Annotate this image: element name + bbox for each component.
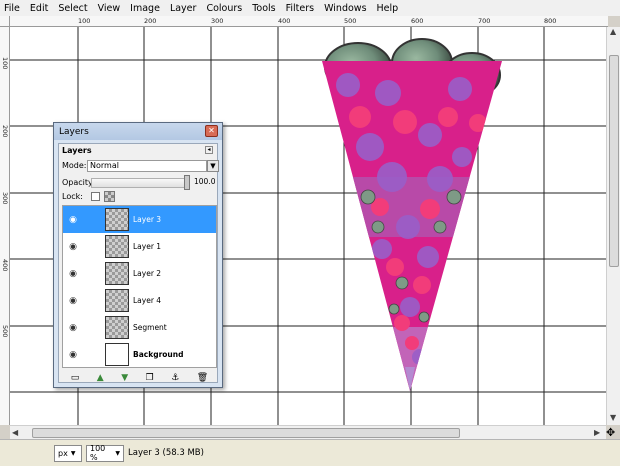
menu-tools[interactable]: Tools	[252, 3, 275, 14]
layer-row[interactable]: ◉ Layer 2	[63, 260, 216, 287]
layers-dialog-titlebar[interactable]: Layers ✕	[54, 123, 222, 140]
ruler-tick: 500	[344, 17, 357, 25]
menu-help[interactable]: Help	[377, 3, 399, 14]
layer-thumbnail	[105, 343, 129, 366]
layer-row[interactable]: ◉ Layer 3	[63, 206, 216, 233]
close-icon[interactable]: ✕	[205, 125, 218, 137]
chevron-down-icon[interactable]: ▼	[207, 160, 219, 172]
opacity-label: Opacity:	[62, 178, 95, 187]
layer-name[interactable]: Layer 2	[133, 269, 161, 278]
layer-name[interactable]: Layer 4	[133, 296, 161, 305]
layer-thumbnail	[105, 289, 129, 312]
ruler-tick: 100	[1, 57, 9, 70]
navigate-icon[interactable]: ✥	[606, 426, 615, 439]
statusbar: px ▼ 100 % ▼ Layer 3 (58.3 MB)	[0, 439, 620, 466]
layers-tab-label: Layers	[62, 146, 92, 155]
ruler-tick: 700	[478, 17, 491, 25]
layers-toolbar: ▭ ▲ ▼ ❐ ⚓ 🗑	[62, 371, 217, 385]
mode-label: Mode:	[62, 161, 87, 170]
ruler-vertical[interactable]: 100 200 300 400 500	[0, 27, 10, 425]
ruler-tick: 200	[144, 17, 157, 25]
eye-icon[interactable]: ◉	[63, 296, 83, 306]
ruler-horizontal[interactable]: 100 200 300 400 500 600 700 800	[10, 16, 608, 27]
ruler-tick: 100	[78, 17, 91, 25]
layer-name[interactable]: Segment	[133, 323, 167, 332]
menu-filters[interactable]: Filters	[286, 3, 314, 14]
lock-label: Lock:	[62, 192, 83, 201]
new-layer-icon[interactable]: ▭	[71, 373, 80, 383]
unit-value: px	[58, 448, 68, 458]
scroll-up-icon[interactable]: ▲	[610, 27, 616, 36]
ruler-tick: 300	[1, 192, 9, 205]
ruler-tick: 500	[1, 325, 9, 338]
menu-view[interactable]: View	[98, 3, 121, 14]
layer-row[interactable]: ◉ Segment	[63, 314, 216, 341]
tab-menu-icon[interactable]: ◂	[205, 146, 213, 154]
eye-icon[interactable]: ◉	[63, 350, 83, 360]
scroll-left-icon[interactable]: ◀	[12, 428, 18, 437]
lock-pixels-checkbox[interactable]	[91, 192, 100, 201]
menu-windows[interactable]: Windows	[324, 3, 366, 14]
scroll-down-icon[interactable]: ▼	[610, 413, 616, 422]
chevron-down-icon: ▼	[115, 449, 120, 457]
opacity-value[interactable]: 100.0	[194, 177, 215, 186]
chevron-down-icon: ▼	[70, 449, 76, 457]
lower-layer-icon[interactable]: ▼	[121, 373, 128, 383]
eye-icon[interactable]: ◉	[63, 269, 83, 279]
ruler-tick: 800	[544, 17, 557, 25]
scroll-right-icon[interactable]: ▶	[594, 428, 600, 437]
layer-row[interactable]: ◉ Layer 1	[63, 233, 216, 260]
eye-icon[interactable]: ◉	[63, 242, 83, 252]
zoom-value: 100 %	[90, 444, 106, 462]
layer-thumbnail	[105, 316, 129, 339]
layer-list[interactable]: ◉ Layer 3 ◉ Layer 1 ◉ Layer 2 ◉ Layer 4 …	[62, 205, 217, 368]
ruler-tick: 600	[411, 17, 424, 25]
layer-name[interactable]: Layer 3	[133, 215, 161, 224]
horizontal-scroll-thumb[interactable]	[32, 428, 460, 438]
menu-edit[interactable]: Edit	[30, 3, 48, 14]
menu-image[interactable]: Image	[130, 3, 160, 14]
duplicate-layer-icon[interactable]: ❐	[146, 373, 154, 383]
flower-cone	[322, 61, 502, 391]
mode-value: Normal	[90, 161, 119, 170]
horizontal-scrollbar[interactable]: ◀ ▶	[10, 425, 606, 439]
zoom-input[interactable]: 100 % ▼	[86, 444, 124, 462]
layer-row[interactable]: ◉ Layer 4	[63, 287, 216, 314]
opacity-slider[interactable]	[91, 178, 187, 188]
menu-select[interactable]: Select	[58, 3, 87, 14]
layer-row[interactable]: ◉ Background	[63, 341, 216, 368]
raise-layer-icon[interactable]: ▲	[97, 373, 104, 383]
delete-layer-icon[interactable]: 🗑	[197, 373, 208, 383]
vertical-scrollbar[interactable]: ▲ ▼	[606, 27, 620, 425]
unit-select[interactable]: px ▼	[54, 444, 82, 462]
ruler-tick: 400	[1, 259, 9, 272]
layers-panel: Layers ◂ Mode: Normal ▼ Opacity: 100.0 L…	[58, 143, 219, 385]
vertical-scroll-thumb[interactable]	[609, 55, 619, 267]
menu-layer[interactable]: Layer	[170, 3, 197, 14]
menu-colours[interactable]: Colours	[206, 3, 242, 14]
layer-name[interactable]: Layer 1	[133, 242, 161, 251]
mode-select[interactable]: Normal	[87, 160, 207, 172]
eye-icon[interactable]: ◉	[63, 323, 83, 333]
ruler-tick: 200	[1, 125, 9, 138]
layer-name[interactable]: Background	[133, 350, 183, 359]
dialog-title: Layers	[59, 126, 89, 137]
ruler-tick: 400	[278, 17, 291, 25]
ruler-tick: 300	[211, 17, 224, 25]
eye-icon[interactable]: ◉	[63, 215, 83, 225]
menubar: File Edit Select View Image Layer Colour…	[0, 0, 620, 16]
layers-dialog[interactable]: Layers ✕ Layers ◂ Mode: Normal ▼ Opacity…	[53, 122, 223, 388]
anchor-layer-icon[interactable]: ⚓	[171, 373, 179, 383]
layer-thumbnail	[105, 235, 129, 258]
layer-thumbnail	[105, 262, 129, 285]
lock-alpha-icon[interactable]	[104, 191, 115, 202]
menu-file[interactable]: File	[4, 3, 20, 14]
layer-info-text: Layer 3 (58.3 MB)	[128, 448, 204, 458]
ruler-corner[interactable]	[0, 16, 10, 27]
opacity-slider-handle[interactable]	[184, 175, 190, 190]
layer-thumbnail	[105, 208, 129, 231]
